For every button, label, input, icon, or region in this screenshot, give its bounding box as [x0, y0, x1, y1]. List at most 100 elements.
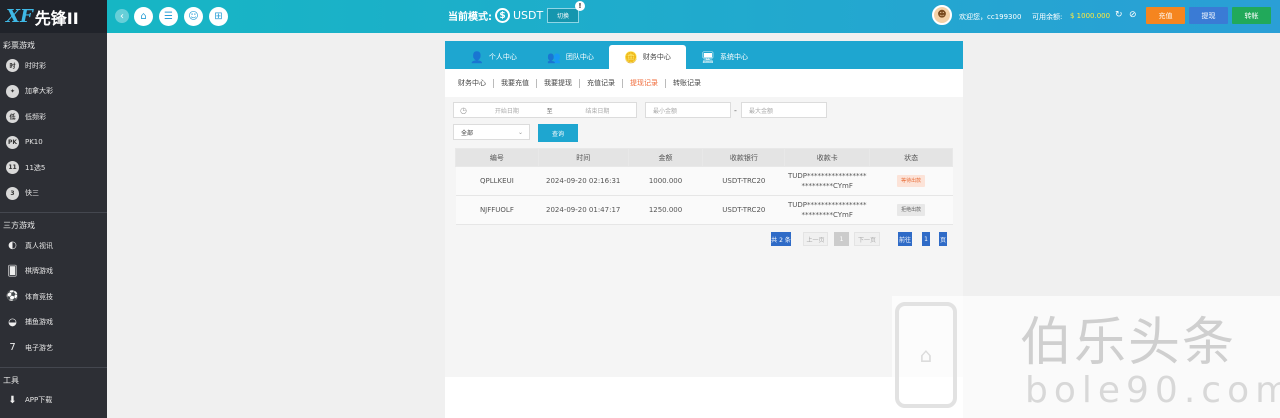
page-1-button[interactable]: 1: [834, 232, 849, 246]
slot-icon: 7: [9, 342, 16, 354]
withdraw-button[interactable]: 提现: [1189, 7, 1228, 24]
pk10-icon: PK: [6, 135, 19, 149]
cell-amount: 1250.000: [628, 195, 703, 225]
mode-label: 当前模式:: [448, 12, 492, 23]
lowfreq-icon: 低: [6, 110, 19, 124]
mode-value: USDT: [513, 9, 544, 22]
col-header: 状态: [869, 148, 953, 167]
min-amount-input[interactable]: 最小金额: [645, 102, 731, 118]
user-icon: 👤: [470, 50, 484, 64]
status-select-value: 全部: [461, 129, 474, 137]
col-header: 收款银行: [702, 148, 786, 167]
cell-bank: USDT-TRC20: [702, 166, 785, 196]
sidebar-item-lowfreq[interactable]: 低 低频彩: [0, 104, 107, 130]
avatar[interactable]: ☻: [932, 5, 952, 25]
sidebar-item-11x5[interactable]: 11 11选5: [0, 155, 107, 181]
refresh-icon[interactable]: ↻: [1115, 10, 1123, 20]
sidebar-item-canada[interactable]: ✦ 加拿大彩: [0, 79, 107, 105]
col-header: 金额: [627, 148, 704, 167]
home-icon[interactable]: ⌂: [134, 7, 153, 26]
tab-label: 系统中心: [719, 53, 748, 61]
subnav-deposit-records[interactable]: 充值记录: [580, 78, 623, 88]
sidebar-item-slots[interactable]: 7 电子游艺: [0, 335, 107, 361]
date-range-field[interactable]: ◷ 开始日期 至 结束日期: [453, 102, 637, 118]
finance-panel: 👤 个人中心 👥 团队中心 🪙 财务中心 🖥 系统中心 财务中心 我要充值 我要…: [445, 41, 963, 418]
next-page-button[interactable]: 下一页: [854, 232, 880, 246]
sidebar-item-ssc[interactable]: 时 时时彩: [0, 53, 107, 79]
top-bar: ‹ ⌂ ☰ ☺ ⊞ 当前模式: $ USDT 切换 ! ☻ 欢迎您，cc1993…: [107, 0, 1280, 33]
goto-page-input[interactable]: 1: [922, 232, 930, 246]
card-line-2: *********CYmF: [801, 182, 853, 190]
cards-icon: 🂠: [7, 265, 18, 277]
sidebar-item-label: APP下载: [25, 396, 53, 405]
amount-range-dash: -: [734, 106, 737, 115]
table-row: QPLLKEUI 2024-09-20 02:16:31 1000.000 US…: [455, 166, 953, 196]
pagination-total: 共 2 条: [771, 232, 791, 246]
sidebar-item-label: 电子游艺: [25, 343, 53, 352]
switch-alert-icon: !: [575, 1, 585, 11]
fish-icon: ◒: [8, 316, 17, 328]
user-badge-icon[interactable]: ☺: [184, 7, 203, 26]
max-amount-input[interactable]: 最大金额: [741, 102, 827, 118]
switch-mode-button[interactable]: 切换: [547, 8, 579, 23]
hide-balance-icon[interactable]: ⊘: [1129, 10, 1137, 20]
11x5-icon: 11: [6, 161, 19, 175]
sidebar-item-label: 捕鱼游戏: [25, 318, 53, 327]
cell-status: 拒绝出款: [869, 195, 953, 225]
k3-icon: 3: [6, 186, 19, 200]
sidebar-section-title-third: 三方游戏: [3, 221, 35, 230]
tab-personal[interactable]: 👤 个人中心: [455, 45, 532, 69]
coins-icon: 🪙: [624, 50, 638, 64]
logo-text: 先锋II: [34, 8, 79, 28]
start-date-input[interactable]: 开始日期: [473, 106, 541, 115]
tab-finance[interactable]: 🪙 财务中心: [609, 45, 686, 69]
sidebar-item-sports[interactable]: ⚽ 体育竞技: [0, 284, 107, 310]
gift-icon[interactable]: ⊞: [209, 7, 228, 26]
chevron-down-icon: ⌄: [517, 128, 523, 136]
sidebar-item-label: 低频彩: [25, 112, 46, 121]
main-tabs: 👤 个人中心 👥 团队中心 🪙 财务中心 🖥 系统中心: [445, 41, 963, 69]
cell-amount: 1000.000: [628, 166, 703, 196]
transfer-button[interactable]: 转帐: [1232, 7, 1271, 24]
subnav-withdraw[interactable]: 我要提现: [537, 78, 580, 88]
subnav-finance-center[interactable]: 财务中心: [451, 78, 494, 88]
sidebar-item-k3[interactable]: 3 快三: [0, 181, 107, 207]
subnav-transfer-records[interactable]: 转账记录: [666, 79, 708, 88]
deposit-button[interactable]: 充值: [1146, 7, 1185, 24]
page-suffix: 页: [939, 232, 947, 246]
sidebar-item-fishing[interactable]: ◒ 捕鱼游戏: [0, 310, 107, 336]
prev-page-button[interactable]: 上一页: [803, 232, 828, 246]
subnav-deposit[interactable]: 我要充值: [494, 78, 537, 88]
table-row: NJFFUOLF 2024-09-20 01:47:17 1250.000 US…: [455, 195, 953, 225]
brand-logo[interactable]: XF 先锋II: [0, 0, 107, 33]
cell-card: TUDP***************** *********CYmF: [784, 166, 870, 196]
date-separator: 至: [546, 107, 553, 115]
sidebar-divider: [0, 212, 107, 213]
tab-system[interactable]: 🖥 系统中心: [686, 45, 763, 69]
cell-time: 2024-09-20 01:47:17: [538, 195, 629, 225]
sidebar-item-pk10[interactable]: PK PK10: [0, 130, 107, 156]
query-button[interactable]: 查询: [538, 124, 578, 142]
status-select[interactable]: 全部 ⌄: [453, 124, 530, 140]
cell-card: TUDP***************** *********CYmF: [784, 195, 870, 225]
tab-team[interactable]: 👥 团队中心: [532, 45, 609, 69]
subnav-withdraw-records[interactable]: 提现记录: [623, 78, 666, 88]
goto-label: 前往: [898, 232, 912, 246]
watermark-logo-icon: ⌂: [895, 302, 957, 408]
end-date-input[interactable]: 结束日期: [559, 106, 636, 115]
sidebar-item-cards[interactable]: 🂠 棋牌游戏: [0, 259, 107, 285]
tab-label: 团队中心: [565, 53, 594, 61]
collapse-back-icon[interactable]: ‹: [115, 9, 129, 23]
cell-bank: USDT-TRC20: [702, 195, 785, 225]
sidebar-item-live[interactable]: ◐ 真人视讯: [0, 233, 107, 259]
sidebar-item-app-download[interactable]: ⬇ APP下载: [0, 388, 107, 414]
watermark-en: bole90.com: [1025, 370, 1280, 411]
sidebar-item-label: 11选5: [25, 163, 46, 172]
download-icon: ⬇: [8, 394, 17, 406]
card-line-1: TUDP*****************: [787, 201, 867, 209]
currency-mode: 当前模式: $ USDT: [448, 8, 543, 23]
filter-area: ◷ 开始日期 至 结束日期 最小金额 - 最大金额 全部 ⌄ 查询 编号 时间 …: [445, 97, 963, 377]
sidebar-divider: [0, 366, 107, 368]
menu-icon[interactable]: ☰: [159, 7, 178, 26]
card-line-2: *********CYmF: [801, 211, 853, 219]
